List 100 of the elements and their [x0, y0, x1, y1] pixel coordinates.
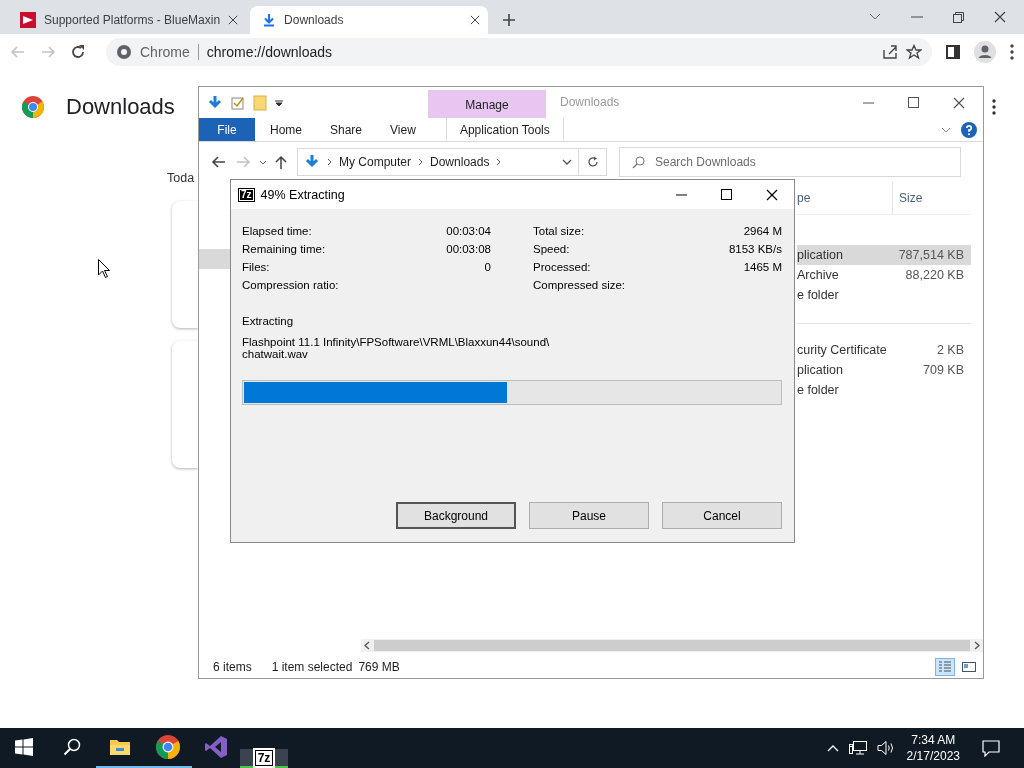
refresh-icon[interactable] — [586, 156, 599, 168]
address-field[interactable]: My Computer Downloads — [297, 148, 579, 176]
clock[interactable]: 7:34 AM 2/17/2023 — [906, 732, 960, 764]
download-icon — [262, 13, 277, 27]
stat-label: Compression ratio: — [242, 279, 339, 291]
maximize-icon[interactable] — [908, 97, 919, 108]
dialog-button[interactable]: Pause — [529, 502, 649, 529]
file-row[interactable]: Archive 88,220 KB — [797, 265, 971, 285]
tab-search-icon[interactable] — [869, 13, 881, 21]
search-icon — [632, 155, 645, 169]
file-row[interactable]: e folder — [797, 285, 971, 305]
more-icon[interactable] — [992, 99, 996, 115]
customize-icon[interactable] — [275, 98, 283, 107]
file-row[interactable]: plication 787,514 KB — [797, 245, 971, 265]
dialog-button[interactable]: Cancel — [662, 502, 782, 529]
history-dropdown-icon[interactable] — [562, 159, 572, 165]
ribbon-tab[interactable]: Application Tools — [445, 118, 564, 141]
chevron-right-icon[interactable] — [418, 158, 424, 166]
breadcrumb-item[interactable]: My Computer — [339, 155, 412, 169]
back-button[interactable] — [211, 154, 227, 170]
refresh-button[interactable] — [579, 148, 607, 176]
horizontal-scrollbar[interactable] — [361, 639, 983, 652]
properties-icon[interactable] — [231, 95, 245, 110]
restore-icon[interactable] — [953, 11, 964, 23]
stat-value: 00:03:08 — [446, 243, 491, 255]
file-row[interactable]: e folder — [797, 380, 971, 400]
window-title: Downloads — [559, 94, 621, 111]
size-cell-text: 709 KB — [922, 363, 964, 377]
dialog-title: 49% Extracting — [260, 187, 345, 202]
taskbar-app-button[interactable]: 7z — [240, 749, 288, 768]
download-icon — [304, 154, 320, 170]
column-header[interactable]: pe — [797, 182, 892, 214]
folder-icon — [109, 738, 131, 756]
search-field[interactable]: Search Downloads — [619, 147, 961, 177]
browser-tab[interactable]: Supported Platforms - BlueMaxin — [8, 6, 247, 34]
stat-value: 1465 M — [743, 261, 782, 273]
app-logo: 7z — [238, 187, 255, 202]
new-tab-icon[interactable] — [502, 13, 517, 27]
dialog-button[interactable]: Background — [396, 502, 516, 529]
expand-ribbon-icon[interactable] — [941, 126, 951, 133]
menu-icon[interactable] — [1010, 44, 1014, 60]
address-bar[interactable]: Chrome chrome://downloads — [106, 38, 932, 66]
breadcrumb-item[interactable]: Downloads — [430, 155, 490, 169]
minimize-icon[interactable] — [676, 193, 687, 196]
ribbon-tab[interactable]: Share — [316, 118, 377, 141]
stat-label: Total size: — [533, 225, 585, 237]
app-logo: 7z — [252, 747, 276, 768]
recent-dropdown-icon[interactable] — [259, 159, 267, 165]
site-label: Chrome — [140, 44, 190, 60]
network-icon[interactable] — [848, 740, 867, 756]
profile-icon[interactable] — [974, 41, 996, 63]
search-icon[interactable] — [63, 738, 81, 756]
stat-label: Files: — [242, 261, 270, 273]
help-icon[interactable] — [961, 121, 977, 138]
chevron-right-icon[interactable] — [327, 158, 332, 166]
size-cell-text: 88,220 KB — [904, 268, 964, 282]
ribbon-tab[interactable]: View — [376, 118, 430, 141]
tab-close-icon[interactable] — [228, 15, 239, 25]
chevron-up-icon[interactable] — [826, 744, 839, 752]
maximize-icon[interactable] — [721, 189, 732, 200]
selection-size: 769 MB — [358, 660, 400, 674]
star-icon[interactable] — [906, 44, 922, 60]
stat-label: Speed: — [533, 243, 570, 255]
ribbon-tab[interactable]: File — [199, 118, 255, 141]
chevron-right-icon[interactable] — [496, 158, 502, 166]
file-path: chatwait.wav — [242, 348, 309, 360]
close-icon[interactable] — [766, 188, 778, 201]
tab-close-icon[interactable] — [470, 15, 481, 25]
file-path: Flashpoint 11.1 Infinity\FPSoftware\VRML\Blaxxun44\sound\ — [242, 336, 551, 348]
notification-icon[interactable] — [982, 739, 1000, 757]
chrome-icon — [116, 44, 132, 60]
type-cell-text: plication — [797, 363, 844, 377]
up-arrow-icon[interactable] — [275, 155, 287, 169]
cursor-icon — [98, 259, 110, 278]
ribbon-tab[interactable]: Home — [256, 118, 316, 141]
item-count: 6 items — [213, 660, 252, 674]
size-cell-text: 2 KB — [935, 343, 964, 357]
type-cell-text: plication — [797, 248, 844, 262]
download-icon — [207, 94, 223, 111]
reload-button[interactable] — [70, 44, 86, 60]
site-favicon-icon — [20, 12, 36, 28]
file-row[interactable]: curity Certificate 2 KB — [797, 340, 971, 360]
windows-logo-icon[interactable] — [15, 738, 33, 756]
file-row[interactable]: plication 709 KB — [797, 360, 971, 380]
type-cell-text: e folder — [797, 383, 840, 397]
browser-tab[interactable]: Downloads — [250, 6, 489, 34]
stat-label: Elapsed time: — [242, 225, 312, 237]
close-icon[interactable] — [994, 11, 1006, 23]
column-header[interactable]: Size — [892, 182, 971, 214]
chrome-icon — [156, 735, 180, 759]
selection-info: 1 item selected — [271, 660, 353, 674]
stat-label: Processed: — [533, 261, 591, 273]
share-icon[interactable] — [882, 44, 898, 60]
page-title: Downloads — [66, 94, 175, 120]
infinity-ribbon-icon — [204, 735, 228, 759]
volume-icon[interactable] — [876, 740, 895, 756]
type-cell-text: Archive — [797, 268, 840, 282]
status-label: Extracting — [242, 315, 295, 327]
close-icon[interactable] — [953, 96, 965, 109]
side-panel-icon[interactable] — [946, 45, 960, 59]
